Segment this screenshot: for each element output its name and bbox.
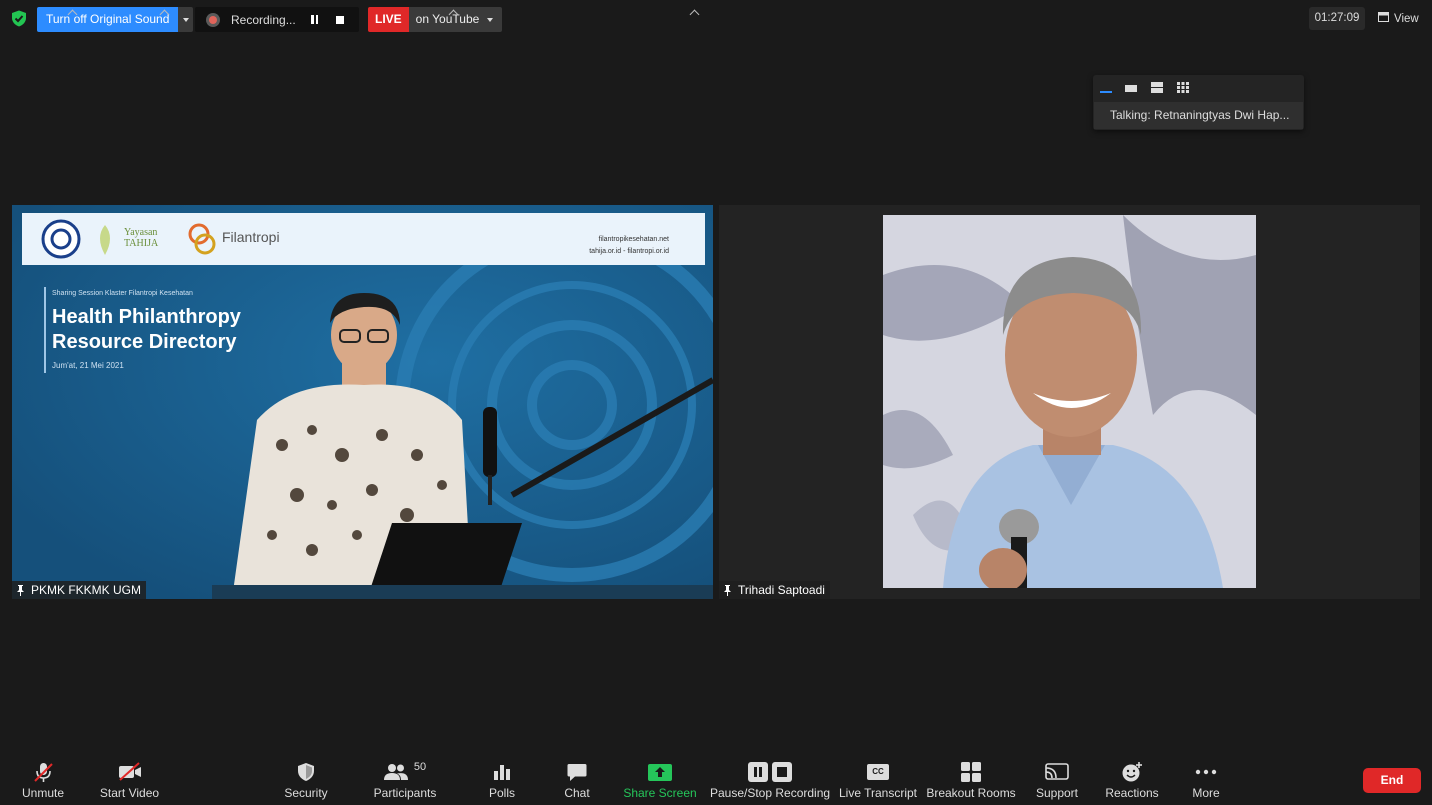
more-label: More [1192,786,1220,800]
share-screen-label: Share Screen [623,786,697,800]
filantropi-logo-text: Filantropi [222,229,280,245]
talking-label: Talking: [1110,108,1151,122]
chat-label: Chat [564,786,590,800]
filantropi-logo-icon [188,223,216,255]
view-button[interactable]: View [1372,7,1425,30]
participants-icon-wrap: 50 [383,758,427,786]
original-sound-dropdown[interactable] [178,7,194,32]
video-tile-trihadi[interactable]: Trihadi Saptoadi [719,205,1420,599]
polls-button[interactable]: Polls [484,758,520,805]
unmute-label: Unmute [21,786,65,800]
meeting-timer: 01:27:09 [1309,7,1365,30]
recording-dot-icon [206,12,220,27]
chat-icon [567,758,587,786]
microphone-muted-icon [32,758,54,786]
share-screen-button[interactable]: Share Screen [623,758,697,805]
shield-icon [297,758,315,786]
security-button[interactable]: Security [280,758,332,805]
participants-label: Participants [373,786,437,800]
cc-icon: CC [867,758,889,786]
live-destination-label: on YouTube [415,12,480,26]
talking-name: Retnaningtyas Dwi Hap... [1154,108,1290,122]
gallery-layout-icon[interactable] [1177,82,1189,93]
participant-name: Trihadi Saptoadi [738,583,825,597]
pin-icon [724,584,731,596]
security-label: Security [284,786,328,800]
participants-button[interactable]: 50 Participants [370,758,440,805]
support-button[interactable]: Support [1033,758,1081,805]
layout-switcher-popover: Talking: Retnaningtyas Dwi Hap... [1093,75,1304,130]
thumbnail-layout-icon[interactable] [1125,85,1137,92]
more-dots-icon [1195,758,1217,786]
end-meeting-button[interactable]: End [1363,768,1421,793]
tahija-logo-icon [100,225,110,255]
reaction-smiley-icon [1121,758,1143,786]
cast-icon [1045,758,1069,786]
participant-name-tag: Trihadi Saptoadi [719,581,830,599]
speaker-layout-icon[interactable] [1151,82,1163,93]
live-transcript-label: Live Transcript [838,786,918,800]
video-off-icon [117,758,143,786]
recording-label: Recording... [231,12,296,27]
polls-label: Polls [488,786,515,800]
recording-controls-icon [748,758,792,786]
pause-stop-recording-button[interactable]: Pause/Stop Recording [709,758,831,805]
video-tile-pkmk[interactable]: Yayasan TAHIJA Filantropi filantropikese… [12,205,713,599]
original-sound-control: Turn off Original Sound [37,7,194,32]
participant-name-tag: PKMK FKKMK UGM [12,581,147,599]
polls-icon [493,758,511,786]
slide-web-1: filantropikesehatan.net [598,236,669,243]
active-speaker-indicator: Talking: Retnaningtyas Dwi Hap... [1094,102,1303,129]
tahija-logo-text: Yayasan TAHIJA [124,227,159,249]
unmute-button[interactable]: Unmute [18,758,68,805]
live-stream-control: LIVE on YouTube [368,7,503,32]
share-screen-options-chevron-icon[interactable] [689,9,700,20]
breakout-rooms-label: Breakout Rooms [926,786,1016,800]
live-transcript-button[interactable]: CC Live Transcript [839,758,917,805]
pause-recording-button[interactable] [311,15,318,24]
chevron-down-icon [487,17,494,22]
breakout-rooms-button[interactable]: Breakout Rooms [926,758,1016,805]
start-video-label: Start Video [99,786,160,800]
slide-header-banner: Yayasan TAHIJA Filantropi filantropikese… [22,213,705,265]
participants-icon [383,764,408,780]
start-video-button[interactable]: Start Video [98,758,161,805]
security-shield-icon[interactable] [11,10,27,27]
participant-profile-photo [883,215,1256,588]
support-label: Support [1035,786,1079,800]
recording-indicator: Recording... [195,7,359,32]
pin-icon [17,584,24,596]
share-screen-icon [648,758,672,786]
stop-icon [772,762,792,782]
university-logo-icon [41,219,81,259]
chat-button[interactable]: Chat [560,758,594,805]
reactions-label: Reactions [1105,786,1159,800]
slide-kicker: Sharing Session Klaster Filantropi Keseh… [52,290,193,297]
stop-recording-button[interactable] [336,15,344,24]
view-icon [1378,12,1389,25]
view-label: View [1394,12,1419,25]
turn-off-original-sound-button[interactable]: Turn off Original Sound [37,7,179,32]
slide-title: Health Philanthropy Resource Directory [52,306,241,353]
pause-icon [748,762,768,782]
slide-web-2: tahija.or.id - filantropi.or.id [589,248,669,255]
participant-name: PKMK FKKMK UGM [31,583,142,597]
slide-websites: filantropikesehatan.net tahija.or.id - f… [589,234,669,258]
slide-date: Jum'at, 21 Mei 2021 [52,361,124,370]
more-button[interactable]: More [1188,758,1224,805]
slide-accent-line [44,287,46,373]
live-badge: LIVE [368,7,409,32]
minimize-layout-icon[interactable] [1100,91,1112,93]
chevron-down-icon [182,17,189,22]
breakout-rooms-icon [961,758,981,786]
reactions-button[interactable]: Reactions [1104,758,1160,805]
pause-stop-recording-label: Pause/Stop Recording [709,786,831,800]
participants-count: 50 [413,761,427,773]
